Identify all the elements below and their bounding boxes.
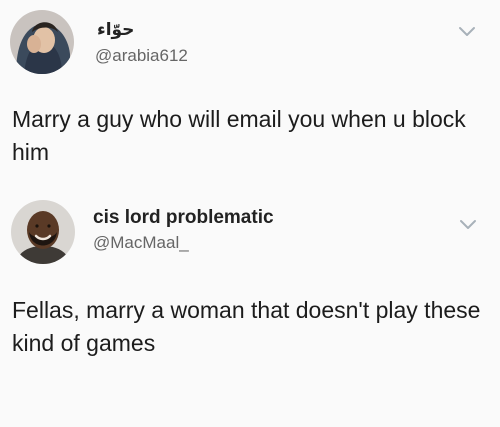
display-name[interactable]: cis lord problematic <box>93 207 274 229</box>
avatar[interactable] <box>11 200 75 264</box>
user-avatar-icon <box>10 10 74 74</box>
avatar[interactable] <box>10 10 74 74</box>
user-avatar-icon <box>11 200 75 264</box>
tweet-text: Marry a guy who will email you when u bl… <box>12 106 466 165</box>
tweet[interactable]: cis lord problematic @MacMaal_ Fellas, m… <box>0 190 500 427</box>
user-handle[interactable]: @MacMaal_ <box>93 233 189 253</box>
display-name[interactable]: حوّاء <box>97 20 134 40</box>
user-handle[interactable]: @arabia612 <box>95 46 188 66</box>
tweet[interactable]: حوّاء @arabia612 Marry a guy who will em… <box>0 0 500 190</box>
chevron-down-icon[interactable] <box>457 25 477 39</box>
tweet-text: Fellas, marry a woman that doesn't play … <box>12 297 481 356</box>
chevron-down-icon[interactable] <box>458 218 478 232</box>
